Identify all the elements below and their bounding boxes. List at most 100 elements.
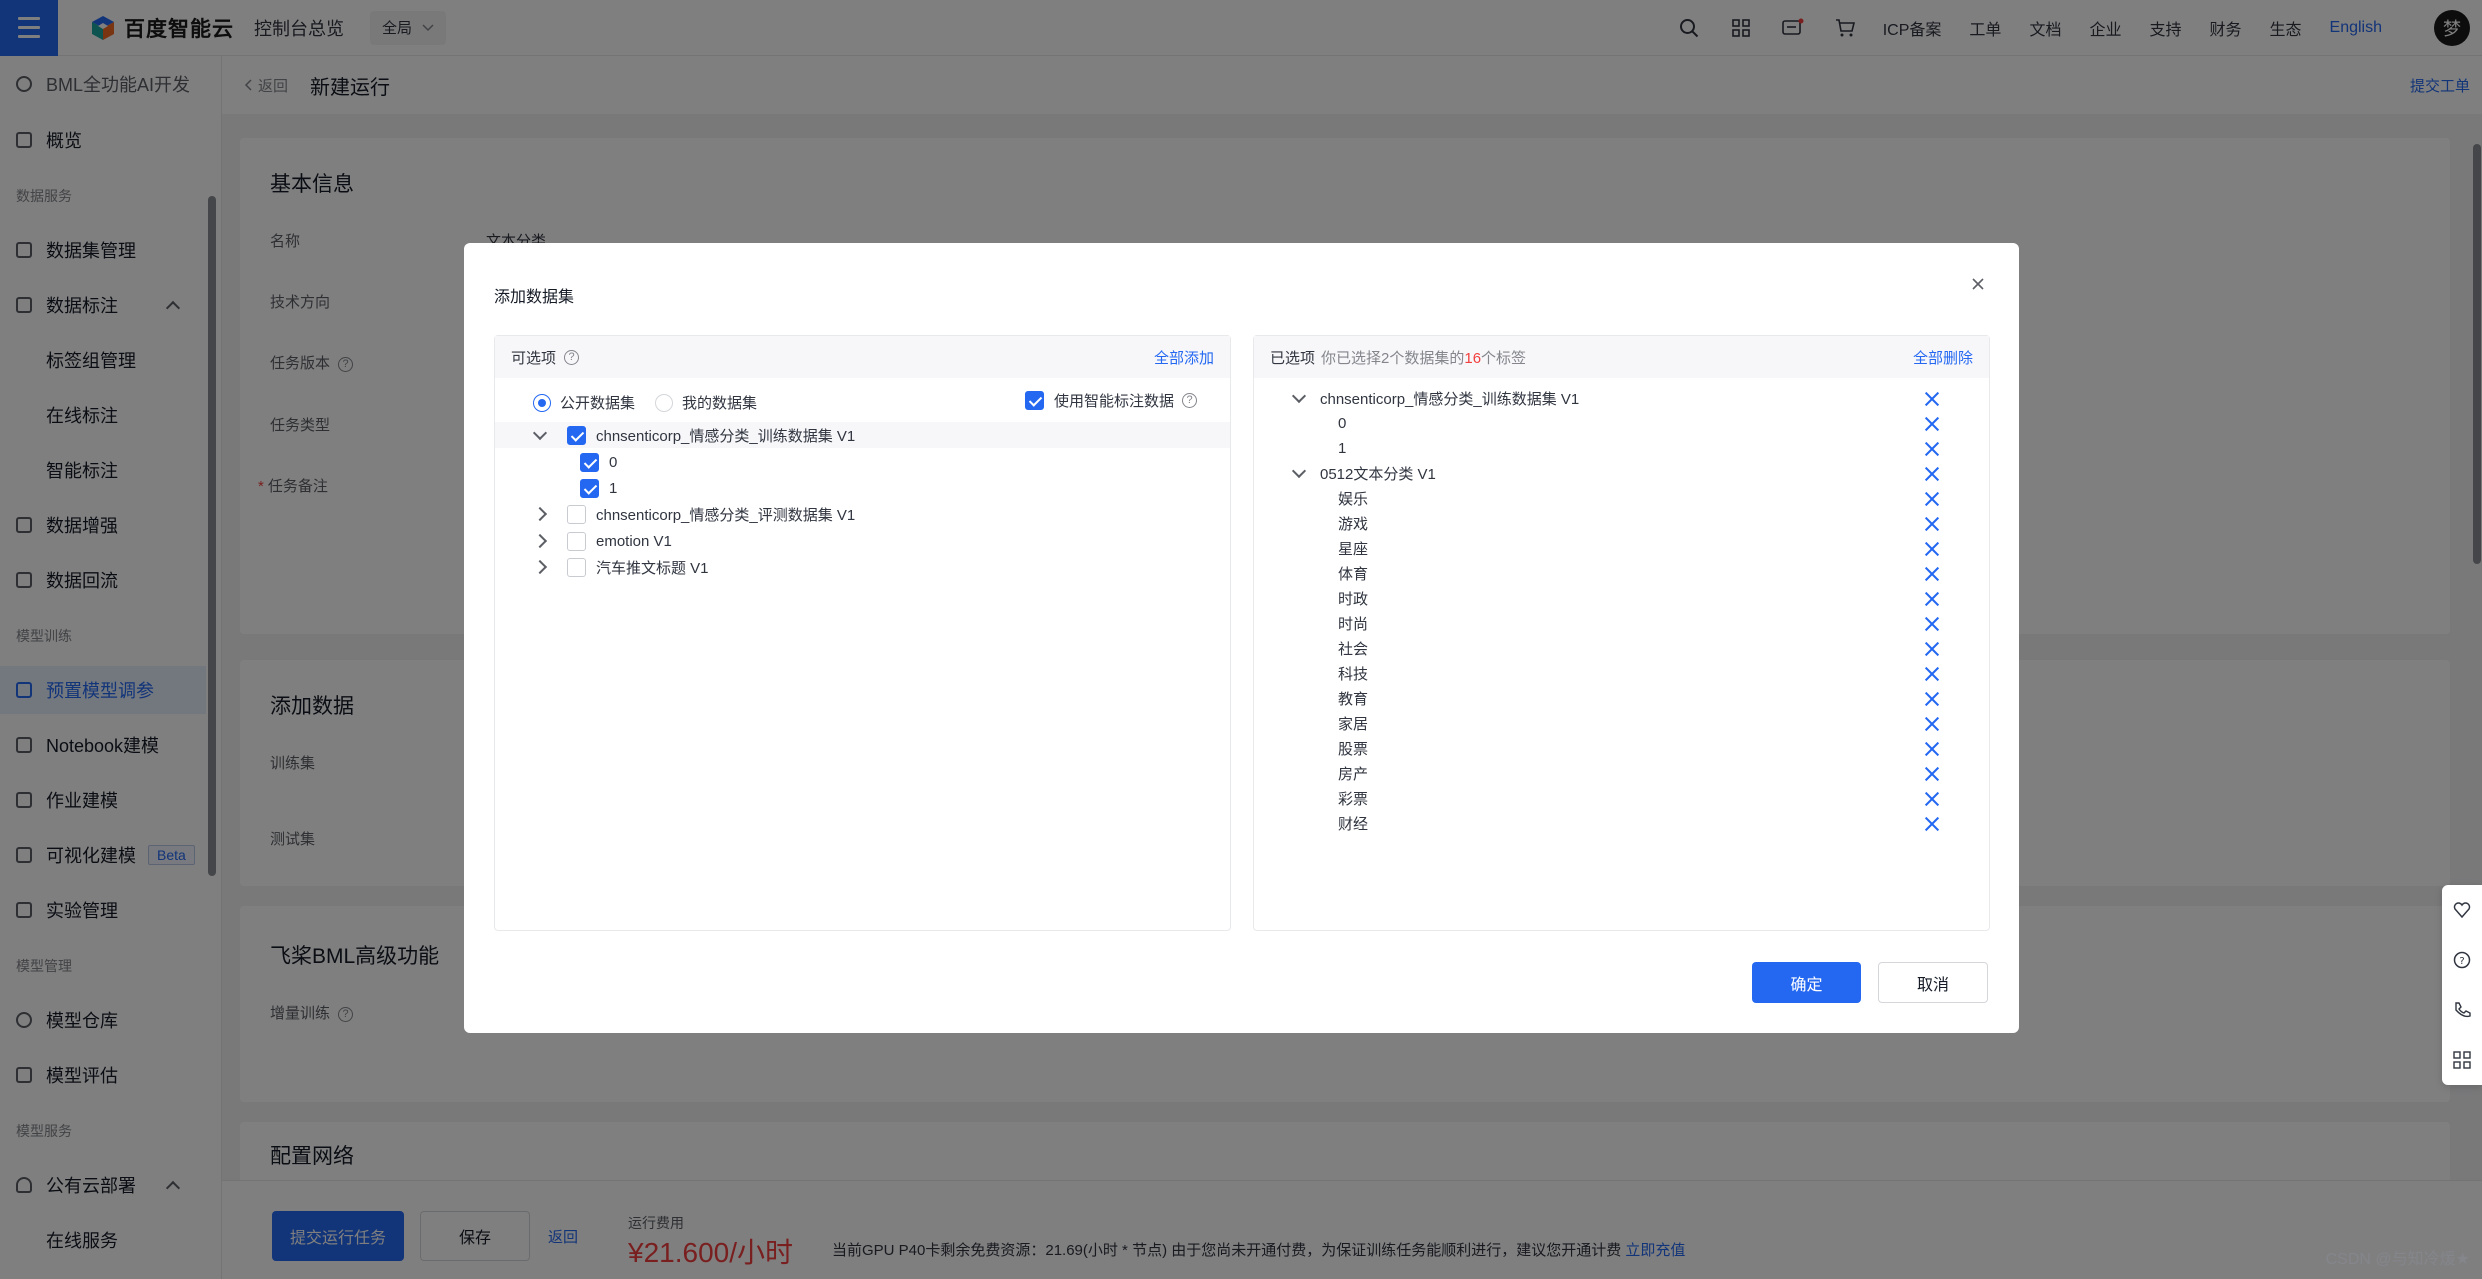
tree-node-dataset[interactable]: chnsenticorp_情感分类_训练数据集 V1: [495, 422, 1230, 448]
selected-title: 已选项: [1270, 349, 1316, 367]
selected-panel-header: 已选项 你已选择2个数据集的16个标签 全部删除: [1254, 336, 1989, 378]
remove-icon[interactable]: [1925, 792, 1939, 806]
radio-public-label[interactable]: 公开数据集: [560, 392, 635, 413]
remove-icon[interactable]: [1925, 392, 1939, 406]
help-icon[interactable]: ?: [1182, 393, 1198, 408]
selected-dataset-label: chnsenticorp_情感分类_训练数据集 V1: [1320, 391, 1580, 408]
smart-label-option[interactable]: 使用智能标注数据 ?: [1025, 390, 1198, 411]
remove-icon[interactable]: [1925, 442, 1939, 456]
confirm-button[interactable]: 确定: [1752, 962, 1861, 1003]
remove-icon[interactable]: [1925, 692, 1939, 706]
selected-label-row[interactable]: 家居: [1254, 711, 1989, 736]
tree-node-label-item[interactable]: 1: [495, 475, 1230, 501]
selected-label-row[interactable]: 教育: [1254, 686, 1989, 711]
selected-label-row[interactable]: 星座: [1254, 536, 1989, 561]
smart-label-checkbox[interactable]: [1025, 391, 1044, 410]
selected-label-row[interactable]: 娱乐: [1254, 486, 1989, 511]
selected-label-text: 股票: [1338, 741, 1369, 758]
selected-label-text: 游戏: [1338, 516, 1369, 533]
remove-icon[interactable]: [1925, 742, 1939, 756]
remove-icon[interactable]: [1925, 717, 1939, 731]
selected-label-text: 家居: [1338, 716, 1369, 733]
remove-icon[interactable]: [1925, 667, 1939, 681]
selected-label-text: 星座: [1338, 541, 1369, 558]
selected-label-row[interactable]: 股票: [1254, 736, 1989, 761]
radio-public-dataset[interactable]: [533, 393, 551, 412]
delete-all-button[interactable]: 全部删除: [1913, 347, 1973, 368]
selected-label-text: 1: [1338, 440, 1347, 457]
dialog-title: 添加数据集: [494, 289, 575, 306]
chevron-down-icon[interactable]: [1291, 463, 1307, 479]
tree-checkbox[interactable]: [580, 478, 599, 498]
smart-label-text: 使用智能标注数据: [1054, 393, 1175, 410]
selected-label-row[interactable]: 游戏: [1254, 511, 1989, 536]
remove-icon[interactable]: [1925, 467, 1939, 481]
selected-label-row[interactable]: 财经: [1254, 811, 1989, 836]
selected-label-row[interactable]: 科技: [1254, 661, 1989, 686]
help-circle-icon[interactable]: ?: [2442, 935, 2482, 985]
chevron-right-icon[interactable]: [532, 506, 548, 522]
tree-checkbox[interactable]: [567, 531, 586, 551]
selected-label-text: 社会: [1338, 641, 1369, 658]
remove-icon[interactable]: [1925, 767, 1939, 781]
selected-panel: 已选项 你已选择2个数据集的16个标签 全部删除 chnsenticorp_情感…: [1253, 335, 1990, 931]
tree-node-label: 汽车推文标题 V1: [596, 559, 709, 577]
selected-label-row[interactable]: 房产: [1254, 761, 1989, 786]
add-dataset-dialog: 添加数据集 可选项 ? 全部添加 公开数据集 我的数据集 使用智能标注数据 ? …: [464, 243, 2019, 1033]
selected-dataset-label: 0512文本分类 V1: [1320, 466, 1436, 483]
selected-label-row[interactable]: 时尚: [1254, 611, 1989, 636]
selected-label-text: 房产: [1338, 766, 1369, 783]
tree-checkbox[interactable]: [580, 452, 599, 472]
cancel-button[interactable]: 取消: [1878, 962, 1988, 1003]
tree-checkbox[interactable]: [567, 557, 586, 577]
tree-node-label: chnsenticorp_情感分类_训练数据集 V1: [596, 427, 856, 445]
selected-label-text: 娱乐: [1338, 491, 1369, 508]
remove-icon[interactable]: [1925, 642, 1939, 656]
tree-checkbox[interactable]: [567, 425, 586, 445]
selected-label-text: 彩票: [1338, 791, 1369, 808]
remove-icon[interactable]: [1925, 542, 1939, 556]
selected-label-row[interactable]: 社会: [1254, 636, 1989, 661]
chevron-down-icon[interactable]: [532, 425, 548, 440]
remove-icon[interactable]: [1925, 417, 1939, 431]
add-all-button[interactable]: 全部添加: [1154, 347, 1214, 368]
selected-label-text: 科技: [1338, 666, 1369, 683]
chevron-right-icon[interactable]: [532, 533, 548, 549]
tree-node-label-item[interactable]: 0: [495, 449, 1230, 475]
selected-label-row[interactable]: 1: [1254, 436, 1989, 461]
close-icon[interactable]: [1967, 273, 1989, 295]
available-panel: 可选项 ? 全部添加 公开数据集 我的数据集 使用智能标注数据 ? chnsen…: [494, 335, 1231, 931]
remove-icon[interactable]: [1925, 592, 1939, 606]
summary-suffix: 个标签: [1481, 349, 1527, 367]
chevron-right-icon[interactable]: [532, 559, 548, 575]
tree-node-dataset[interactable]: emotion V1: [495, 528, 1230, 554]
selected-summary: 你已选择2个数据集的16个标签: [1321, 347, 1526, 368]
chevron-down-icon[interactable]: [1291, 388, 1307, 404]
phone-icon[interactable]: [2442, 985, 2482, 1035]
selected-dataset-row[interactable]: 0512文本分类 V1: [1254, 461, 1989, 486]
tree-checkbox[interactable]: [567, 504, 586, 524]
svg-text:?: ?: [2459, 956, 2464, 967]
apps-grid-icon[interactable]: [2442, 1035, 2482, 1085]
remove-icon[interactable]: [1925, 517, 1939, 531]
selected-label-row[interactable]: 0: [1254, 411, 1989, 436]
tree-node-dataset[interactable]: chnsenticorp_情感分类_评测数据集 V1: [495, 501, 1230, 527]
selected-label-row[interactable]: 体育: [1254, 561, 1989, 586]
remove-icon[interactable]: [1925, 492, 1939, 506]
tree-node-dataset[interactable]: 汽车推文标题 V1: [495, 554, 1230, 580]
selected-label-text: 体育: [1338, 566, 1369, 583]
tree-node-label: 0: [609, 453, 618, 471]
radio-my-dataset[interactable]: [655, 393, 674, 412]
feedback-icon[interactable]: [2442, 885, 2482, 935]
selected-label-row[interactable]: 时政: [1254, 586, 1989, 611]
radio-mine-label[interactable]: 我的数据集: [682, 392, 757, 413]
tree-node-label: 1: [609, 479, 618, 497]
tree-node-label: chnsenticorp_情感分类_评测数据集 V1: [596, 506, 856, 524]
help-icon[interactable]: ?: [564, 349, 580, 365]
selected-label-row[interactable]: 彩票: [1254, 786, 1989, 811]
remove-icon[interactable]: [1925, 617, 1939, 631]
remove-icon[interactable]: [1925, 817, 1939, 831]
selected-dataset-row[interactable]: chnsenticorp_情感分类_训练数据集 V1: [1254, 386, 1989, 411]
available-title: 可选项: [511, 349, 557, 367]
remove-icon[interactable]: [1925, 567, 1939, 581]
